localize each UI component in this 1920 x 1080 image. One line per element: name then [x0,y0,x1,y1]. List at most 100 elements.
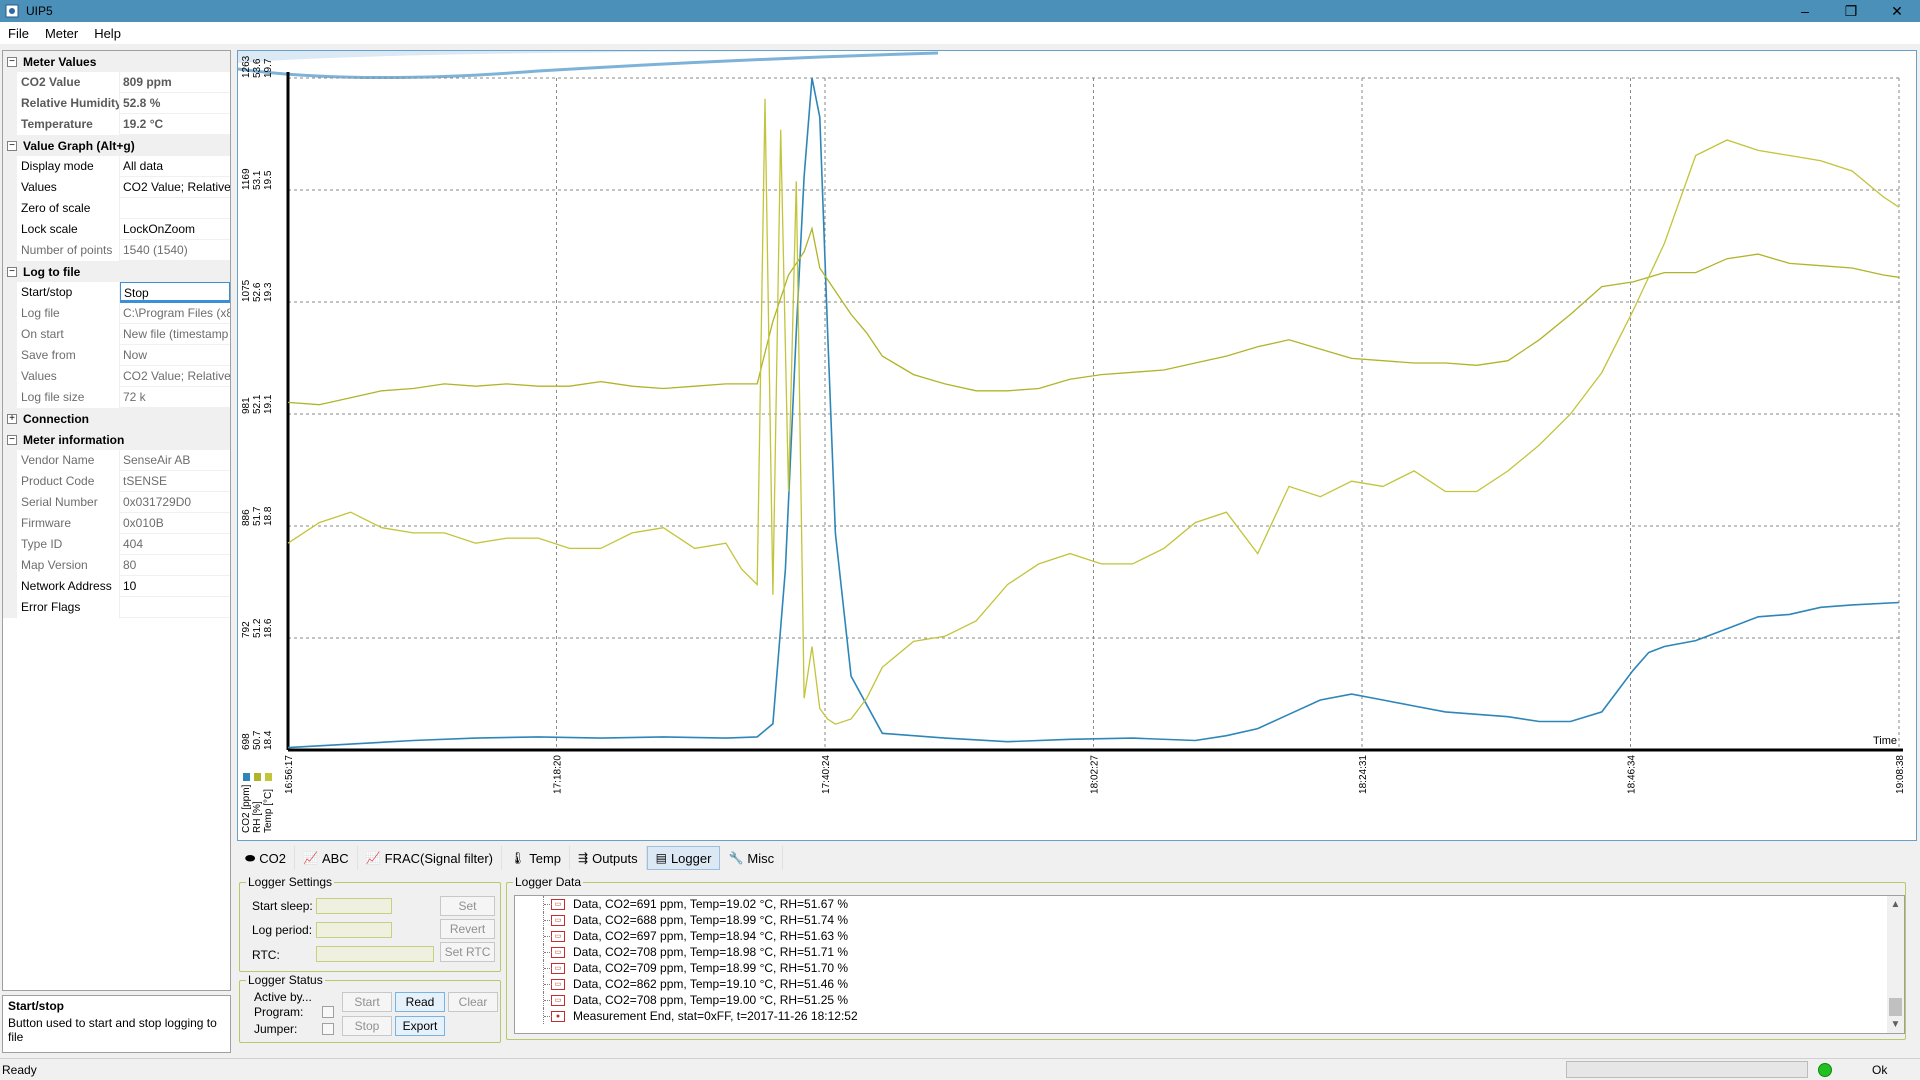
property-row[interactable]: Firmware 0x010B [3,512,230,534]
axis-legend-label: RH [%] [252,801,263,833]
expand-toggle-icon[interactable]: − [7,56,17,67]
expand-toggle-icon[interactable]: − [7,140,17,151]
logger-settings-title: Logger Settings [246,875,335,889]
property-value[interactable]: 52.8 % [120,93,230,114]
category-header[interactable]: + Connection [3,408,230,429]
property-value[interactable]: 10 [120,576,230,597]
property-row[interactable]: Type ID 404 [3,533,230,555]
category-header[interactable]: − Meter information [3,429,230,450]
log-entry[interactable]: ▭ Data, CO2=708 ppm, Temp=19.00 °C, RH=51… [515,992,1904,1008]
property-row[interactable]: Lock scale LockOnZoom [3,218,230,240]
read-button[interactable]: Read [395,992,445,1012]
property-row[interactable]: Network Address 10 [3,575,230,597]
property-value[interactable]: Stop [120,281,230,303]
scroll-down-icon[interactable]: ▼ [1887,1016,1904,1033]
log-entry-text: Data, CO2=708 ppm, Temp=18.98 °C, RH=51.… [573,945,849,959]
start-sleep-field[interactable] [316,898,392,914]
property-row[interactable]: Log file C:\Program Files (x8 [3,302,230,324]
clear-button[interactable]: Clear [448,992,498,1012]
property-value[interactable]: LockOnZoom [120,219,230,240]
property-value[interactable]: All data [120,156,230,177]
property-row[interactable]: Temperature 19.2 °C [3,113,230,135]
log-entry[interactable]: ▭ Data, CO2=691 ppm, Temp=19.02 °C, RH=51… [515,896,1904,912]
tab-temp[interactable]: 🌡 Temp [502,846,571,870]
tab-co2[interactable]: ⬬ CO2 [237,846,295,870]
property-row[interactable]: Map Version 80 [3,554,230,576]
logger-data-title: Logger Data [513,875,584,889]
set-button[interactable]: Set [440,896,495,916]
property-row[interactable]: Zero of scale [3,197,230,219]
tab-outputs[interactable]: ⇶ Outputs [570,846,647,870]
property-row[interactable]: Start/stop Stop [3,281,230,303]
start-button[interactable]: Start [342,992,392,1012]
tab-label: Logger [670,850,712,866]
property-value[interactable] [120,597,230,618]
program-checkbox[interactable] [322,1006,334,1018]
property-row[interactable]: On start New file (timestamp [3,323,230,345]
log-entry[interactable]: ▭ Data, CO2=708 ppm, Temp=18.98 °C, RH=51… [515,944,1904,960]
start-sleep-label: Start sleep: [252,899,313,913]
property-row[interactable]: Relative Humidity 52.8 % [3,92,230,114]
tab-misc[interactable]: 🔧 Misc [720,846,784,870]
set-rtc-button[interactable]: Set RTC [440,942,495,962]
log-entry[interactable]: ▭ Data, CO2=697 ppm, Temp=18.94 °C, RH=51… [515,928,1904,944]
minimize-button[interactable]: – [1782,0,1828,22]
property-row[interactable]: Serial Number 0x031729D0 [3,491,230,513]
property-row[interactable]: ValuesCO2 Value; Relative H [3,176,230,198]
property-value: 80 [123,557,137,572]
property-row[interactable]: Error Flags [3,596,230,618]
category-name: Meter information [23,432,125,447]
category-header[interactable]: − Meter Values [3,51,230,72]
menu-file[interactable]: File [0,26,37,41]
property-row[interactable]: CO2 Value 809 ppm [3,71,230,93]
property-row[interactable]: ValuesCO2 Value; Relative H [3,365,230,387]
property-row[interactable]: Product Code tSENSE [3,470,230,492]
tab-frac-signal-filter[interactable]: 📈 FRAC(Signal filter) [358,846,502,870]
tab-strip: ⬬ CO2 📈 ABC 📈 FRAC(Signal filter) 🌡 Temp ⇶ Output… [237,846,784,870]
property-value[interactable]: 809 ppm [120,72,230,93]
category-header[interactable]: − Log to file [3,261,230,282]
property-row[interactable]: Display mode All data [3,155,230,177]
property-value[interactable]: 19.2 °C [120,114,230,135]
property-value: New file (timestamp [123,326,229,341]
rtc-field[interactable] [316,946,434,962]
expand-toggle-icon[interactable]: − [7,266,17,277]
scroll-thumb[interactable] [1889,998,1902,1016]
scroll-up-icon[interactable]: ▲ [1887,896,1904,913]
stop-button[interactable]: Stop [342,1016,392,1036]
property-row[interactable]: Vendor Name SenseAir AB [3,449,230,471]
logger-data-tree[interactable]: ▭ Data, CO2=691 ppm, Temp=19.02 °C, RH=51… [514,895,1905,1034]
tab-logger[interactable]: ▤ Logger [646,846,721,870]
property-row[interactable]: Log file size 72 k [3,386,230,408]
property-value[interactable] [120,198,230,219]
log-entry[interactable]: ▭ Data, CO2=688 ppm, Temp=18.99 °C, RH=51… [515,912,1904,928]
log-entry-end[interactable]: ● Measurement End, stat=0xFF, t=2017-11-2… [515,1008,1904,1024]
tab-label: Temp [529,850,562,866]
category-name: Value Graph (Alt+g) [23,138,135,153]
menu-bar: File Meter Help [0,22,1920,44]
property-name: Display mode [3,155,120,177]
revert-button[interactable]: Revert [440,919,495,939]
export-button[interactable]: Export [395,1016,445,1036]
log-entry[interactable]: ▭ Data, CO2=709 ppm, Temp=18.99 °C, RH=51… [515,960,1904,976]
property-row[interactable]: Number of points 1540 (1540) [3,239,230,261]
logger-data-scrollbar[interactable]: ▲ ▼ [1887,896,1904,1033]
log-period-field[interactable] [316,922,392,938]
expand-toggle-icon[interactable]: − [7,434,17,445]
menu-meter[interactable]: Meter [37,26,86,41]
property-name: Vendor Name [3,449,120,471]
property-value[interactable]: CO2 Value; Relative H [120,177,230,198]
close-button[interactable]: ✕ [1874,0,1920,22]
maximize-button[interactable]: ❐ [1828,0,1874,22]
jumper-checkbox[interactable] [322,1023,334,1035]
log-entry[interactable]: ▭ Data, CO2=862 ppm, Temp=19.10 °C, RH=51… [515,976,1904,992]
category-header[interactable]: − Value Graph (Alt+g) [3,135,230,156]
value-graph[interactable]: 698 50.7 18.4 792 51.2 18.6 886 51.7 18.8 981 52.1… [237,50,1917,841]
menu-help[interactable]: Help [86,26,129,41]
tab-abc[interactable]: 📈 ABC [295,846,358,870]
property-name: Start/stop [3,281,120,303]
chart-svg[interactable]: 698 50.7 18.4 792 51.2 18.6 886 51.7 18.8 981 52.1… [238,51,1916,840]
data-record-icon: ▭ [551,898,565,910]
expand-toggle-icon[interactable]: + [7,413,17,424]
property-row[interactable]: Save from Now [3,344,230,366]
